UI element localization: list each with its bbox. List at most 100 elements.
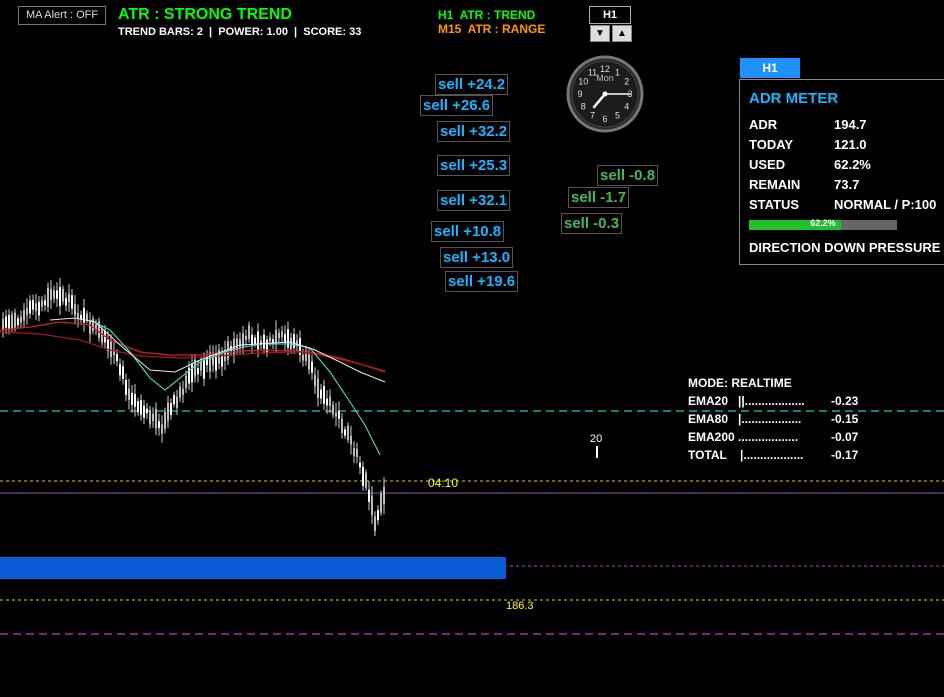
clock-numeral: 10 — [578, 77, 588, 87]
candle-body — [344, 429, 346, 436]
candle-body — [26, 308, 28, 315]
today-label: TODAY — [749, 137, 794, 152]
candle-body — [125, 380, 127, 395]
remain-label: REMAIN — [749, 177, 801, 192]
mode-label: MODE: REALTIME — [688, 376, 792, 390]
candle-body — [356, 448, 358, 457]
candle-body — [308, 353, 310, 370]
atr-trend-stats: TREND BARS: 2 | POWER: 1.00 | SCORE: 33 — [118, 26, 362, 38]
adr-timeframe-tab[interactable]: H1 — [740, 58, 800, 78]
candle-body — [23, 309, 25, 321]
candle-body — [323, 385, 325, 404]
candle-body — [311, 361, 313, 373]
ma-alert-button[interactable]: MA Alert : OFF — [18, 6, 106, 25]
candle-body — [320, 389, 322, 399]
timeframe-up-button[interactable]: ▲ — [612, 25, 632, 42]
candle-body — [14, 312, 16, 328]
candle-body — [101, 328, 103, 343]
candle-body — [146, 408, 148, 414]
candle-body — [35, 303, 37, 312]
candle-body — [332, 404, 334, 415]
candle-body — [41, 300, 43, 307]
candle-body — [20, 316, 22, 323]
candle-body — [335, 412, 337, 417]
adr-value: 194.7 — [834, 117, 867, 132]
adr-meter-panel: ADR METER ADR 194.7 TODAY 121.0 USED 62.… — [739, 79, 944, 265]
candle-body — [155, 409, 157, 429]
candle-body — [173, 395, 175, 405]
atr-status-title: ATR : STRONG TREND — [118, 6, 292, 23]
candle-body — [338, 410, 340, 419]
candle-body — [221, 356, 223, 367]
candle-body — [191, 364, 193, 383]
clock-numeral: 4 — [624, 102, 629, 112]
candle-body — [137, 401, 139, 413]
candle-body — [197, 368, 199, 375]
sell-signal: sell +26.6 — [420, 95, 494, 116]
today-value: 121.0 — [834, 137, 867, 152]
candle-body — [317, 378, 319, 399]
candle-body — [254, 337, 256, 345]
sell-signal: sell +24.2 — [435, 74, 509, 95]
candle-body — [17, 318, 19, 325]
candle-body — [278, 332, 280, 339]
clock-numeral: 2 — [624, 77, 629, 87]
timeframe-down-button[interactable]: ▼ — [590, 25, 610, 42]
candle-body — [131, 392, 133, 405]
candle-body — [71, 295, 73, 309]
candle-body — [377, 510, 379, 521]
candle-body — [245, 335, 247, 340]
candle-body — [164, 411, 166, 430]
h1-atr-status: H1 ATR : TREND — [438, 8, 536, 22]
candle-body — [47, 287, 49, 307]
clock-numeral: 1 — [615, 67, 620, 77]
candle-body — [32, 300, 34, 310]
candle-body — [209, 352, 211, 372]
candle-body — [371, 495, 373, 515]
sell-signal: sell -0.3 — [561, 213, 623, 234]
clock-numeral: 5 — [615, 111, 620, 121]
clock-numeral: 7 — [590, 111, 595, 121]
remain-value: 73.7 — [834, 177, 860, 192]
ema80-value: -0.15 — [831, 412, 859, 426]
candle-body — [161, 424, 163, 434]
candles-group — [2, 278, 385, 537]
candle-body — [350, 435, 352, 445]
status-value: NORMAL / P:100 — [834, 197, 937, 212]
ema20-label: EMA20 ||.................. — [688, 394, 805, 408]
candle-body — [365, 472, 367, 488]
total-value: -0.17 — [831, 448, 859, 462]
marker-label: 20 — [590, 433, 603, 445]
candle-body — [152, 413, 154, 422]
candle-body — [44, 300, 46, 306]
adr-usage-bar: 62.2% — [749, 218, 897, 230]
candle-body — [353, 448, 355, 456]
timeframe-label: H1 — [589, 6, 631, 24]
candle-body — [5, 316, 7, 328]
candle-body — [140, 400, 142, 415]
m15-atr-status: M15 ATR : RANGE — [438, 22, 546, 36]
candle-body — [11, 314, 13, 329]
candle-body — [185, 375, 187, 389]
candle-body — [134, 394, 136, 407]
price-level-label: 186.3 — [506, 600, 534, 612]
candle-body — [293, 334, 295, 348]
candle-body — [266, 339, 268, 354]
total-label: TOTAL |.................. — [688, 448, 804, 462]
candle-body — [362, 466, 364, 486]
candle-body — [62, 288, 64, 302]
candle-body — [122, 366, 124, 379]
candle-body — [53, 290, 55, 299]
candle-body — [281, 331, 283, 338]
candle-body — [29, 300, 31, 314]
candle-body — [179, 387, 181, 398]
candle-body — [269, 337, 271, 342]
candle-body — [176, 396, 178, 408]
candle-body — [200, 362, 202, 371]
adr-title: ADR METER — [749, 90, 839, 107]
sell-signal: sell -0.8 — [597, 165, 659, 186]
ema80-label: EMA80 |.................. — [688, 412, 802, 426]
clock-numeral: 6 — [602, 114, 607, 124]
ema-white-line — [49, 317, 386, 383]
candle-body — [380, 493, 382, 513]
